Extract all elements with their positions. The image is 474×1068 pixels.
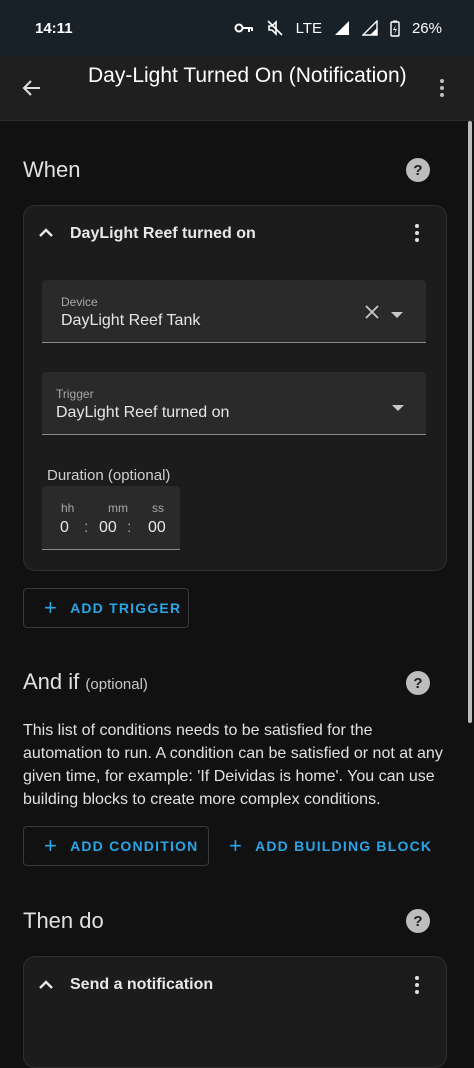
device-field-label: Device — [61, 295, 98, 309]
trigger-card-title[interactable]: DayLight Reef turned on — [70, 225, 256, 243]
minutes-label: mm — [108, 501, 128, 515]
svg-text:?: ? — [413, 162, 422, 179]
device-field[interactable]: Device DayLight Reef Tank — [42, 280, 426, 343]
chevron-up-icon[interactable] — [36, 975, 56, 995]
scrollbar[interactable] — [468, 121, 472, 723]
battery-charging-icon — [390, 20, 400, 37]
trigger-field-label: Trigger — [56, 387, 94, 401]
status-time: 14:11 — [35, 19, 73, 37]
duration-input[interactable]: hh mm ss 0 : 00 : 00 — [42, 486, 180, 550]
network-type: LTE — [295, 19, 322, 37]
and-if-section-title: And if (optional) — [23, 669, 148, 695]
chevron-up-icon[interactable] — [36, 223, 56, 243]
battery-percent: 26% — [411, 19, 442, 37]
key-icon — [234, 21, 254, 35]
device-field-value: DayLight Reef Tank — [61, 312, 201, 329]
duration-separator: : — [127, 519, 132, 536]
plus-icon: + — [44, 833, 59, 858]
when-section-title: When — [23, 157, 81, 182]
clear-icon[interactable] — [364, 304, 380, 325]
svg-text:?: ? — [413, 913, 422, 930]
add-building-block-button[interactable]: + ADD BUILDING BLOCK — [229, 826, 432, 866]
help-circle-icon[interactable]: ? — [406, 909, 430, 933]
help-circle-icon[interactable]: ? — [406, 671, 430, 695]
add-trigger-button[interactable]: + ADD TRIGGER — [23, 588, 189, 628]
minutes-value[interactable]: 00 — [99, 519, 117, 537]
trigger-field[interactable]: Trigger DayLight Reef turned on — [42, 372, 426, 435]
signal-icon — [334, 20, 350, 36]
plus-icon: + — [229, 833, 244, 858]
help-circle-icon[interactable]: ? — [406, 158, 430, 182]
seconds-value[interactable]: 00 — [148, 519, 166, 537]
page-title: Day-Light Turned On (Notification) — [88, 64, 407, 87]
status-bar: 14:11 LTE 26% — [0, 0, 474, 56]
dropdown-arrow-icon[interactable] — [392, 400, 404, 418]
duration-label: Duration (optional) — [47, 467, 171, 484]
add-condition-button[interactable]: + ADD CONDITION — [23, 826, 209, 866]
optional-label: (optional) — [85, 676, 148, 693]
more-vert-icon[interactable] — [405, 221, 429, 245]
action-card — [23, 956, 447, 1068]
duration-separator: : — [84, 519, 89, 536]
and-if-title: And if — [23, 669, 80, 694]
trigger-field-value: DayLight Reef turned on — [56, 404, 230, 421]
app-bar: Day-Light Turned On (Notification) — [0, 56, 474, 121]
more-vert-icon[interactable] — [405, 973, 429, 997]
arrow-left-icon[interactable] — [20, 76, 44, 100]
hours-value[interactable]: 0 — [60, 519, 69, 537]
conditions-description: This list of conditions needs to be sati… — [23, 722, 443, 808]
add-building-block-label: ADD BUILDING BLOCK — [255, 838, 433, 854]
plus-icon: + — [44, 595, 59, 620]
seconds-label: ss — [152, 501, 164, 515]
dropdown-arrow-icon[interactable] — [391, 307, 403, 325]
mute-icon — [266, 19, 284, 37]
action-card-title[interactable]: Send a notification — [70, 976, 213, 994]
status-icons: LTE 26% — [234, 19, 442, 37]
add-trigger-label: ADD TRIGGER — [70, 600, 182, 616]
svg-text:?: ? — [413, 675, 422, 692]
then-do-section-title: Then do — [23, 908, 104, 933]
add-condition-label: ADD CONDITION — [70, 838, 199, 854]
hours-label: hh — [61, 501, 75, 515]
signal-icon — [361, 20, 378, 36]
more-vert-icon[interactable] — [430, 76, 454, 100]
